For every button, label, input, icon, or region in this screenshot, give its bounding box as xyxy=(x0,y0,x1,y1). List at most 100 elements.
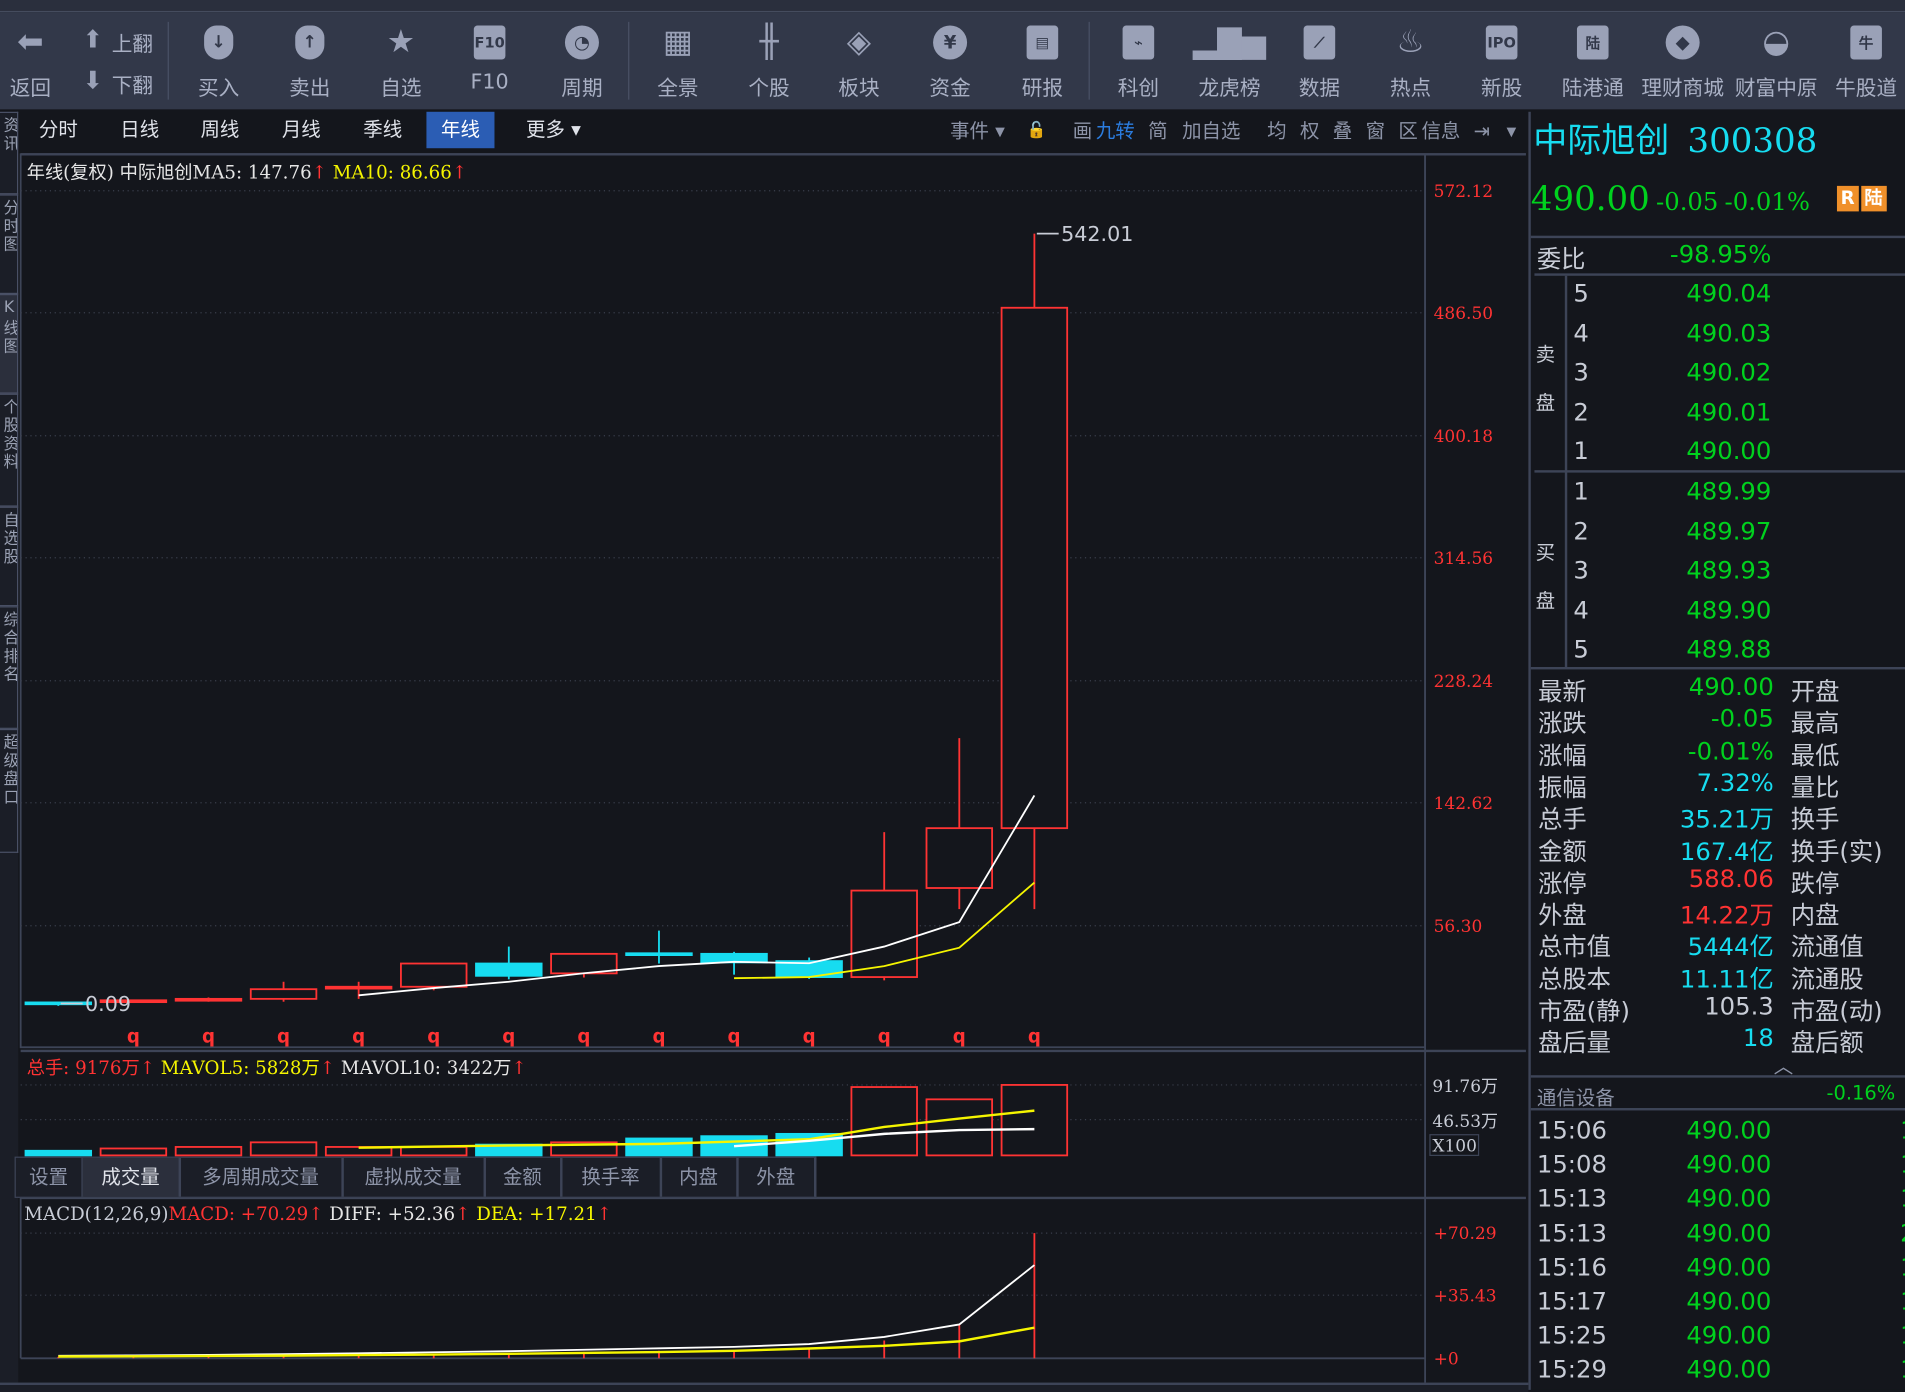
buy-level-row[interactable]: 2 489.97 xyxy=(1531,516,1905,548)
stat-label: 市盈(动) xyxy=(1790,996,1883,1026)
volume-tab[interactable]: 成交量 xyxy=(82,1157,182,1197)
buy-level-row[interactable]: 3 489.93 xyxy=(1531,555,1905,587)
up-arrow-icon: ↑ xyxy=(511,1056,527,1079)
macd-axis-label: +35.43 xyxy=(1434,1286,1497,1306)
up-arrow-icon: ↑ xyxy=(139,1056,155,1079)
event-marker-icon[interactable]: q xyxy=(352,1026,365,1047)
tick-row: 15:29 490.00 1 xyxy=(1531,1355,1905,1387)
volume-bar xyxy=(625,1137,693,1157)
ma5-label: MA5: 147.76 xyxy=(192,161,312,184)
stat-value: 490.00 xyxy=(1688,671,1774,702)
weibi-label: 委比 xyxy=(1536,244,1586,274)
level-price: 490.01 xyxy=(1686,396,1772,426)
toolbar-bull-button[interactable]: 牛 牛股道 xyxy=(1821,12,1905,109)
stat-label: 涨跌 xyxy=(1538,708,1587,738)
candle-body xyxy=(475,962,543,977)
level-price: 490.00 xyxy=(1686,436,1772,466)
event-marker-icon[interactable]: q xyxy=(953,1026,966,1047)
event-marker-icon[interactable]: q xyxy=(202,1026,215,1047)
stock-name: 中际旭创 xyxy=(1533,120,1670,161)
tick-volume: 1 xyxy=(1900,1150,1905,1179)
sell-level-row[interactable]: 1 490.00 xyxy=(1531,436,1905,468)
volume-tab[interactable]: 外盘 xyxy=(737,1157,817,1197)
stat-row: 涨跌 -0.05 最高 xyxy=(1531,704,1905,738)
price-axis-label: 142.62 xyxy=(1434,794,1493,814)
event-marker-icon[interactable]: q xyxy=(878,1026,891,1047)
up-arrow-icon: ↑ xyxy=(311,161,327,184)
volume-tab[interactable]: 金额 xyxy=(485,1157,563,1197)
stat-label: 最新 xyxy=(1538,676,1587,706)
event-marker-icon[interactable]: q xyxy=(502,1026,515,1047)
buy-level-row[interactable]: 5 489.88 xyxy=(1531,634,1905,666)
volume-tab[interactable]: 设置 xyxy=(16,1157,84,1197)
volume-bar xyxy=(1000,1084,1069,1157)
dea-label: DEA: +17.21 xyxy=(476,1202,597,1225)
stat-value: 5444亿 xyxy=(1687,932,1774,962)
level-price: 490.02 xyxy=(1686,357,1772,387)
sector-change: -0.16% xyxy=(1826,1081,1896,1105)
badge-r[interactable]: R xyxy=(1836,185,1859,212)
stat-value: 105.3 xyxy=(1704,991,1774,1021)
stat-label: 换手 xyxy=(1790,804,1840,834)
up-arrow-icon: ↑ xyxy=(455,1202,471,1225)
sell-level-row[interactable]: 5 490.04 xyxy=(1531,278,1905,310)
buy-level-row[interactable]: 1 489.99 xyxy=(1531,476,1905,508)
candle-body xyxy=(324,985,393,990)
sell-level-row[interactable]: 2 490.01 xyxy=(1531,397,1905,429)
level-number: 4 xyxy=(1573,594,1589,624)
total-volume-label: 总手: 9176万 xyxy=(26,1056,140,1079)
stat-value: -0.01% xyxy=(1687,735,1774,765)
stat-row: 外盘 14.22万 内盘 xyxy=(1531,896,1905,929)
candle xyxy=(249,981,318,1002)
max-price-label: 542.01 xyxy=(1061,222,1133,246)
event-marker-icon[interactable]: q xyxy=(728,1026,741,1047)
macd-value-label: MACD: +70.29 xyxy=(168,1202,309,1225)
toolbar-ingot-button[interactable]: ◒ 财富中原 xyxy=(1731,12,1821,109)
event-marker-icon[interactable]: q xyxy=(277,1026,290,1047)
toolbar-diamond-button[interactable]: ◆ 理财商城 xyxy=(1638,12,1728,109)
stat-label: 跌停 xyxy=(1790,868,1840,898)
stat-label: 市盈(静) xyxy=(1538,996,1630,1026)
stat-label: 涨幅 xyxy=(1538,740,1587,770)
event-marker-icon[interactable]: q xyxy=(577,1026,590,1047)
up-arrow-icon: ↑ xyxy=(308,1202,324,1225)
candle xyxy=(625,930,693,964)
stat-row: 振幅 7.32% 量比 xyxy=(1531,768,1905,802)
candle xyxy=(324,981,393,999)
event-marker-icon[interactable]: q xyxy=(652,1026,665,1047)
stat-label: 最低 xyxy=(1790,740,1840,770)
volume-tab[interactable]: 换手率 xyxy=(561,1157,663,1197)
up-arrow-icon: ↑ xyxy=(319,1056,336,1079)
bull-icon-glyph: 牛 xyxy=(1850,25,1882,60)
level-number: 1 xyxy=(1573,436,1589,466)
buy-level-row[interactable]: 4 489.90 xyxy=(1531,595,1905,627)
event-marker-icon[interactable]: q xyxy=(1028,1026,1041,1047)
diamond-icon: ◆ xyxy=(1664,24,1700,60)
event-marker-icon[interactable]: q xyxy=(803,1026,816,1047)
toolbar-connect-button[interactable]: 陆 陆港通 xyxy=(1548,12,1638,109)
sell-level-row[interactable]: 4 490.03 xyxy=(1531,318,1905,350)
event-marker-icon[interactable]: q xyxy=(427,1026,440,1047)
volume-tab[interactable]: 虚拟成交量 xyxy=(343,1157,486,1197)
price-axis-label: 56.30 xyxy=(1434,917,1483,937)
level-number: 5 xyxy=(1573,278,1589,308)
level-price: 489.90 xyxy=(1686,594,1772,624)
event-marker-icon[interactable]: q xyxy=(127,1026,140,1047)
badge-lu[interactable]: 陆 xyxy=(1860,185,1887,212)
sector-name[interactable]: 通信设备 xyxy=(1537,1081,1615,1110)
volume-bar xyxy=(850,1086,918,1157)
volume-tab[interactable]: 多周期成交量 xyxy=(180,1157,344,1197)
volume-bar xyxy=(249,1141,318,1157)
divider xyxy=(1530,1108,1905,1111)
candle xyxy=(1000,233,1069,910)
tick-row: 15:06 490.00 1 xyxy=(1531,1115,1905,1147)
sell-level-row[interactable]: 3 490.02 xyxy=(1531,357,1905,389)
volume-tab[interactable]: 内盘 xyxy=(661,1157,739,1197)
level-price: 490.04 xyxy=(1686,278,1772,308)
mavol10-label: MAVOL10: 3422万 xyxy=(340,1056,512,1079)
min-price-label: 0.09 xyxy=(85,992,131,1016)
candle xyxy=(850,832,918,981)
connect-icon: 陆 xyxy=(1575,24,1611,60)
stat-row: 最新 490.00 开盘 xyxy=(1531,671,1905,706)
price-line: 490.00 -0.05 -0.01% xyxy=(1531,179,1810,219)
